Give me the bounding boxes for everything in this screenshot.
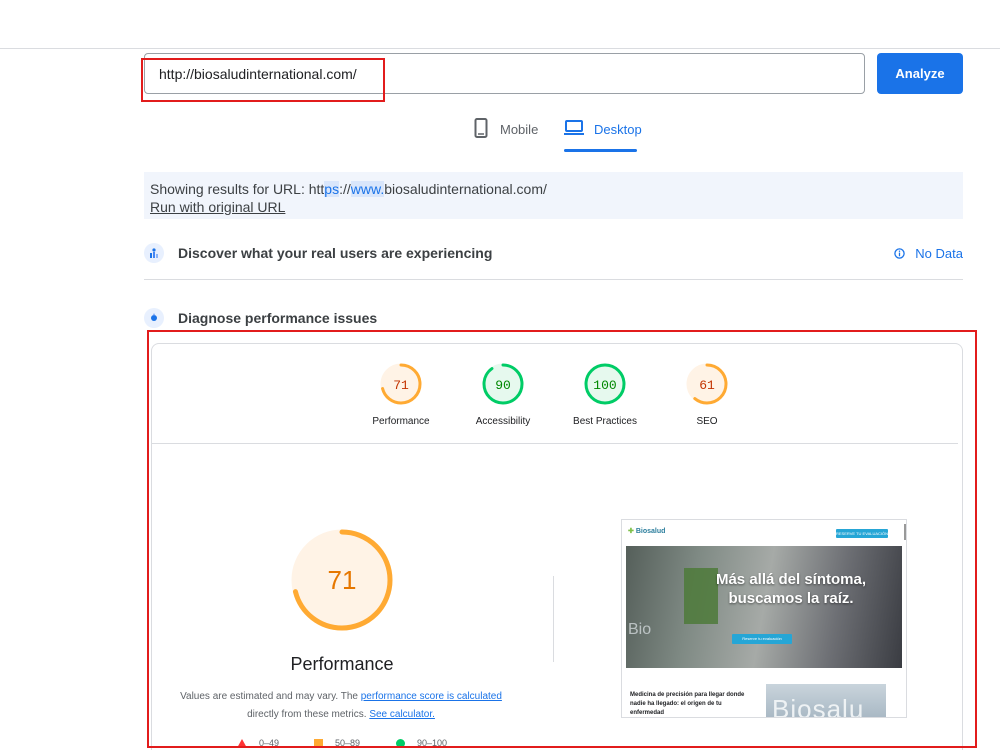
no-data-status[interactable]: No Data: [894, 246, 963, 261]
run-original-url-link[interactable]: Run with original URL: [150, 199, 285, 215]
hero-subtext: [670, 611, 830, 621]
score-label: Accessibility: [475, 416, 531, 427]
site-header-button: RESERVE TU EVALUACIÓN: [836, 529, 889, 538]
gauge-ring: 61: [686, 363, 728, 405]
svg-text:90: 90: [495, 378, 511, 393]
header-divider: [0, 48, 1000, 49]
real-users-title: Discover what your real users are experi…: [178, 245, 493, 261]
report-divider: [151, 443, 958, 444]
diagnose-title: Diagnose performance issues: [178, 310, 378, 326]
performance-gauge: 71: [291, 529, 393, 631]
tab-mobile-label: Mobile: [500, 122, 539, 137]
analyze-button[interactable]: Analyze: [877, 53, 963, 94]
real-users-section: Discover what your real users are experi…: [144, 238, 963, 268]
gauge-ring: 90: [482, 363, 524, 405]
score-gauge-best-practices[interactable]: 100 Best Practices: [560, 362, 650, 427]
url-notice-text: Showing results for URL: https://www.bio…: [150, 181, 547, 197]
performance-label: Performance: [290, 654, 394, 674]
score-label: SEO: [696, 416, 718, 427]
diagnose-section: Diagnose performance issues: [144, 303, 963, 333]
see-calculator-link[interactable]: See calculator.: [369, 709, 435, 720]
svg-text:71: 71: [393, 378, 409, 393]
performance-description: Values are estimated and may vary. The p…: [180, 691, 502, 720]
info-icon: [894, 247, 906, 259]
site-brand-image: Biosalu: [766, 684, 886, 717]
svg-text:71: 71: [328, 565, 357, 595]
performance-score-link[interactable]: performance score is calculated: [361, 691, 502, 702]
tab-active-indicator: [564, 149, 637, 152]
svg-text:100: 100: [593, 378, 616, 393]
lighthouse-icon: [144, 308, 164, 328]
gauge-ring: 100: [584, 363, 626, 405]
legend-average: 50–89: [314, 738, 360, 748]
section-divider: [144, 279, 963, 280]
hero-cta-button: Reserve tu evaluación: [732, 634, 792, 644]
legend-fail: 0–49: [237, 738, 279, 748]
score-gauge-accessibility[interactable]: 90 Accessibility: [458, 362, 548, 427]
site-hero-image: Bio Más allá del síntoma, buscamos la raí…: [626, 546, 902, 668]
circle-icon: [396, 738, 405, 748]
scrollbar: [904, 524, 906, 540]
tab-mobile[interactable]: Mobile: [474, 118, 538, 152]
svg-text:61: 61: [699, 378, 715, 393]
score-gauge-performance[interactable]: 71 Performance: [356, 362, 446, 427]
screenshot-header: ✚ Biosalud RESERVE TU EVALUACIÓN: [622, 520, 906, 546]
site-paragraph: Medicina de precisión para llegar donde …: [630, 692, 745, 716]
desktop-icon: [564, 120, 584, 135]
tab-desktop[interactable]: Desktop: [564, 118, 642, 152]
vertical-separator: [553, 576, 554, 662]
url-notice: Showing results for URL: https://www.bio…: [144, 172, 963, 219]
tab-desktop-label: Desktop: [594, 122, 642, 137]
mobile-icon: [474, 118, 488, 138]
hero-bg-text: Bio: [628, 621, 652, 638]
score-label: Performance: [372, 416, 430, 427]
gauge-ring: 71: [380, 363, 422, 405]
hero-headline: Más allá del síntoma, buscamos la raíz.: [715, 571, 867, 607]
legend-pass: 90–100: [396, 738, 447, 748]
triangle-icon: [237, 738, 247, 748]
url-input[interactable]: [144, 53, 865, 94]
square-icon: [314, 738, 323, 748]
crux-icon: [144, 243, 164, 263]
score-label: Best Practices: [573, 416, 637, 427]
score-gauge-seo[interactable]: 61 SEO: [662, 362, 752, 427]
page-screenshot-thumbnail: ✚ Biosalud RESERVE TU EVALUACIÓN Bio Más …: [621, 519, 907, 718]
site-logo: ✚ Biosalud: [628, 527, 666, 536]
